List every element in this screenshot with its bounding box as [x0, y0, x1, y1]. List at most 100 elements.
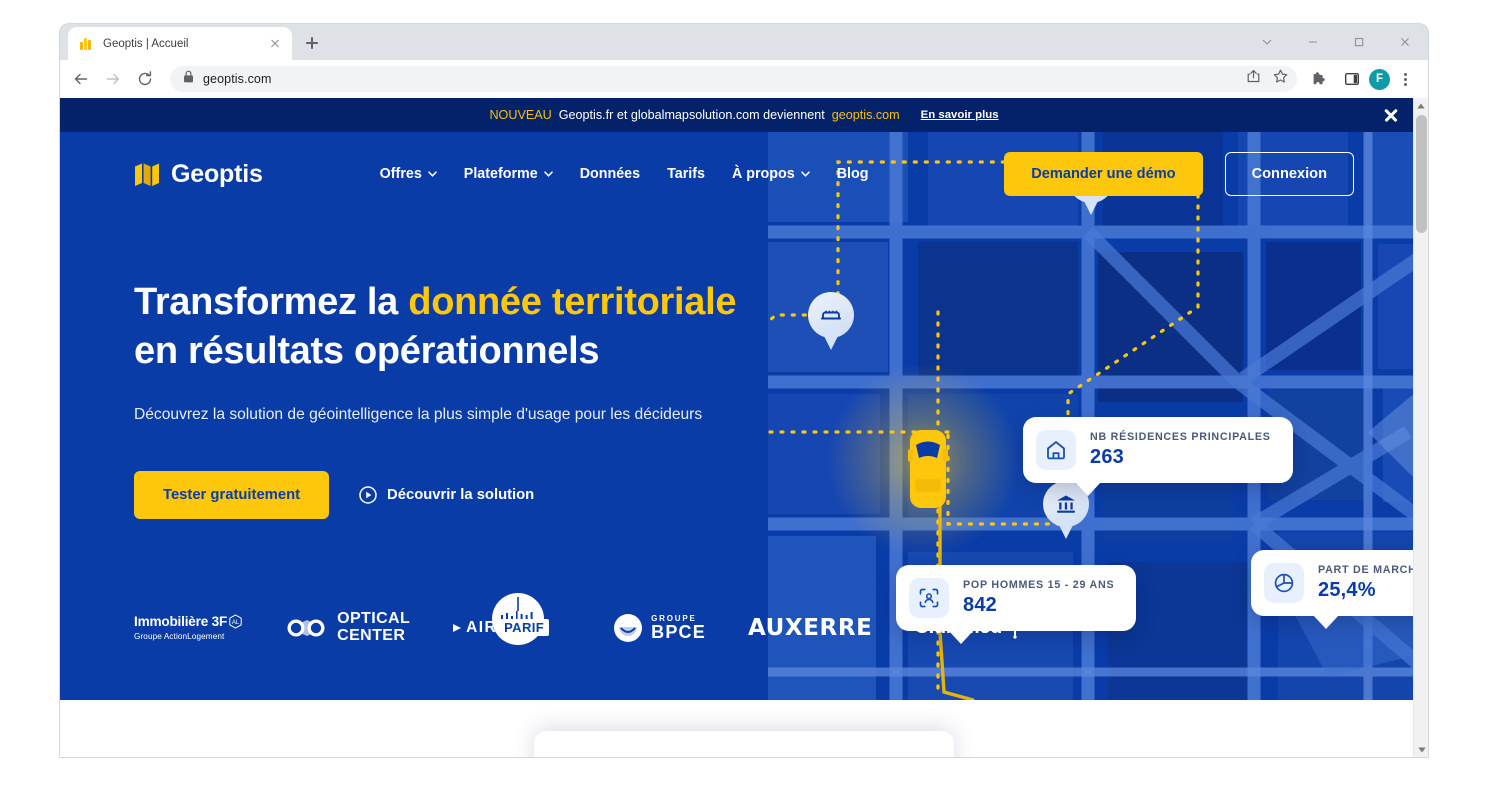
- nav-link-offres[interactable]: Offres: [380, 166, 437, 182]
- bed-icon: [821, 310, 841, 320]
- site-navbar: Geoptis Offres Plateforme Données Tarifs…: [60, 132, 1428, 216]
- scroll-down-arrow[interactable]: [1414, 742, 1428, 757]
- discover-solution-link[interactable]: Découvrir la solution: [359, 485, 535, 504]
- page-viewport: NOUVEAU Geoptis.fr et globalmapsolution.…: [60, 98, 1428, 757]
- screenshot-root: Geoptis | Accueil geoptis.com F NOUVEAU …: [0, 0, 1500, 790]
- chevron-down-icon[interactable]: [1244, 24, 1290, 60]
- bank-icon: [1057, 495, 1075, 513]
- nav-link-tarifs[interactable]: Tarifs: [667, 166, 705, 182]
- nav-link-label: Tarifs: [667, 166, 705, 182]
- logo-line2: PARIF: [499, 619, 550, 637]
- nav-link-a-propos[interactable]: À propos: [732, 166, 810, 182]
- headline-part1: Transformez la: [134, 281, 409, 323]
- nav-link-label: Données: [579, 166, 641, 182]
- star-icon[interactable]: [1272, 68, 1289, 90]
- below-fold-section: [60, 700, 1428, 757]
- hero-cta-row: Tester gratuitement Découvrir la solutio…: [134, 470, 760, 519]
- kebab-menu-icon[interactable]: [1392, 65, 1418, 93]
- tab-close-icon[interactable]: [267, 36, 283, 52]
- forward-arrow-icon[interactable]: [98, 64, 128, 94]
- logo-line2: BPCE: [651, 622, 706, 643]
- callout-value: 25,4%: [1318, 579, 1376, 601]
- chevron-down-icon: [800, 171, 810, 177]
- headline-accent: donnée territoriale: [408, 281, 737, 323]
- chevron-down-icon: [543, 171, 553, 177]
- address-bar[interactable]: geoptis.com: [170, 66, 1297, 92]
- nav-link-plateforme[interactable]: Plateforme: [464, 166, 553, 182]
- minimize-icon[interactable]: [1290, 24, 1336, 60]
- nav-link-label: À propos: [731, 166, 795, 182]
- login-button[interactable]: Connexion: [1224, 152, 1354, 196]
- side-panel-icon[interactable]: [1337, 64, 1367, 94]
- logo-line1: AUXERRE: [747, 614, 873, 641]
- discover-solution-label: Découvrir la solution: [387, 486, 535, 503]
- browser-window: Geoptis | Accueil geoptis.com F NOUVEAU …: [60, 24, 1428, 757]
- nav-link-label: Blog: [836, 166, 869, 182]
- nav-link-label: Plateforme: [463, 166, 538, 182]
- close-icon[interactable]: [1382, 24, 1428, 60]
- browser-toolbar: geoptis.com F: [60, 60, 1428, 98]
- announcement-domain: geoptis.com: [831, 108, 900, 122]
- logo-line1: Immobilière 3F: [134, 614, 228, 630]
- peek-card: [534, 731, 954, 757]
- play-circle-icon: [359, 485, 377, 504]
- scroll-up-arrow[interactable]: [1414, 98, 1428, 113]
- page-title: Transformez la donnée territoriale en ré…: [134, 278, 760, 375]
- hero-subtitle: Découvrez la solution de géointelligence…: [134, 406, 703, 424]
- logo-line1: OPTICAL: [337, 610, 411, 628]
- nav-link-label: Offres: [379, 166, 422, 182]
- hero-copy: Transformez la donnée territoriale en ré…: [60, 216, 760, 519]
- try-free-button[interactable]: Tester gratuitement: [134, 470, 330, 519]
- callout-card-residences[interactable]: NB RÉSIDENCES PRINCIPALES 263: [1023, 417, 1293, 496]
- site-logo[interactable]: Geoptis: [134, 160, 263, 189]
- geoptis-map-favicon-icon: [79, 36, 94, 51]
- client-logos: Immobilière 3F AL Groupe ActionLogement: [134, 593, 1025, 646]
- reload-icon[interactable]: [130, 64, 160, 94]
- nav-actions: Demander une démo Connexion: [1004, 152, 1354, 196]
- client-logo-club-med: Club Med: [914, 616, 1025, 639]
- callout-beak: [1075, 482, 1101, 496]
- nav-link-blog[interactable]: Blog: [837, 166, 869, 182]
- new-tab-button[interactable]: [298, 29, 326, 57]
- announcement-close-icon[interactable]: [1381, 105, 1401, 125]
- callout-title: PART DE MARCHÉ: [1318, 564, 1425, 576]
- url-text: geoptis.com: [203, 72, 272, 86]
- back-arrow-icon[interactable]: [66, 64, 96, 94]
- share-icon[interactable]: [1245, 68, 1262, 90]
- avatar[interactable]: F: [1369, 68, 1390, 90]
- pie-chart-icon: [1264, 563, 1304, 603]
- client-logo-optical-center: OPTICAL CENTER: [285, 611, 410, 644]
- announcement-text: Geoptis.fr et globalmapsolution.com devi…: [558, 108, 825, 122]
- map-pin-lodging[interactable]: [808, 292, 854, 350]
- car-icon: [904, 427, 952, 513]
- bpce-mark-icon: [614, 613, 643, 642]
- client-logo-groupe-bpce: GROUPE BPCE: [613, 613, 706, 643]
- announcement-bar: NOUVEAU Geoptis.fr et globalmapsolution.…: [60, 98, 1428, 132]
- club-med-trident-icon: [1009, 619, 1022, 639]
- chevron-down-icon: [428, 171, 437, 177]
- tab-title: Geoptis | Accueil: [103, 37, 189, 50]
- tab-strip: Geoptis | Accueil: [60, 24, 1428, 60]
- home-icon: [1036, 430, 1076, 470]
- callout-card-market-share[interactable]: PART DE MARCHÉ 25,4%: [1251, 550, 1428, 629]
- action-logement-mark-icon: AL: [229, 614, 242, 629]
- callout-value: 263: [1090, 446, 1124, 468]
- announcement-link[interactable]: En savoir plus: [921, 109, 999, 121]
- client-logo-auxerre: AUXERRE: [748, 615, 873, 641]
- logo-line2: CENTER: [337, 626, 406, 644]
- maximize-icon[interactable]: [1336, 24, 1382, 60]
- client-logo-airparif: AIR PARIF: [452, 593, 550, 646]
- geoptis-map-logo-icon: [134, 161, 160, 188]
- logo-line1: Club Med: [914, 616, 1003, 639]
- nav-link-donnees[interactable]: Données: [580, 166, 640, 182]
- request-demo-button[interactable]: Demander une démo: [1004, 152, 1203, 196]
- lock-icon: [183, 70, 194, 88]
- headline-part2: en résultats opérationnels: [134, 329, 600, 372]
- callout-beak: [1313, 615, 1339, 629]
- svg-text:AL: AL: [232, 620, 240, 626]
- puzzle-piece-icon[interactable]: [1305, 64, 1335, 94]
- callout-title: NB RÉSIDENCES PRINCIPALES: [1090, 431, 1271, 443]
- glasses-icon: [287, 619, 326, 637]
- browser-tab[interactable]: Geoptis | Accueil: [68, 27, 292, 60]
- play-triangle-icon: [453, 623, 462, 632]
